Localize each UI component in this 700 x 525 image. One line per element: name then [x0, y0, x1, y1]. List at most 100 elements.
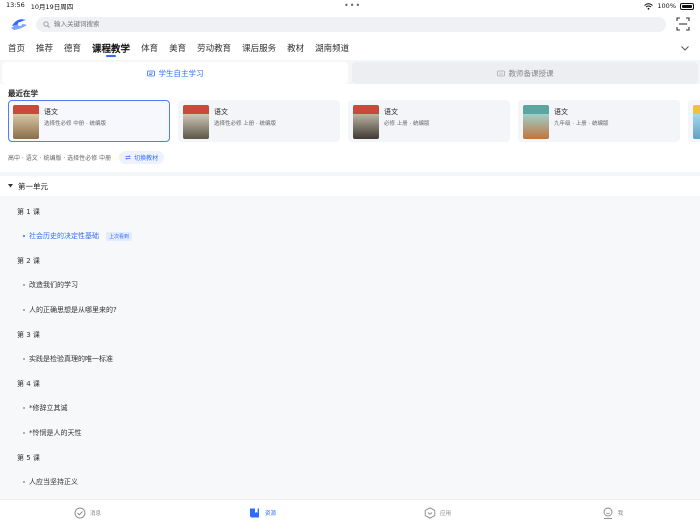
- book-cover: [353, 105, 379, 139]
- book-name: 语文: [554, 108, 568, 116]
- book-name: 语文: [384, 108, 398, 116]
- lesson-title: 第 1 课: [17, 208, 40, 216]
- tab-messages[interactable]: 消息: [0, 500, 175, 525]
- lesson-title: 第 5 课: [17, 454, 40, 462]
- status-bar: 13:56 10月19日周四 ••• 100%: [0, 0, 700, 12]
- switch-textbook-button[interactable]: 切换教材: [119, 151, 165, 164]
- last-viewed-badge: 上次看到: [106, 231, 133, 241]
- current-textbook: 高中 · 语文 · 统编版 · 选择性必修 中册: [8, 155, 112, 162]
- book-edition: 选择性必修 上册 · 统编版: [214, 121, 276, 127]
- book-card[interactable]: 语文 九年级 · 上册 · 统编版: [518, 100, 680, 142]
- bullet-icon: [23, 481, 25, 483]
- book-edition: 必修 上册 · 统编版: [384, 121, 430, 127]
- lesson-title: 第 3 课: [17, 331, 40, 339]
- book-icon: [249, 508, 259, 517]
- battery-percent: 100%: [657, 2, 676, 10]
- bullet-icon: [23, 432, 25, 434]
- battery-icon: [680, 2, 694, 10]
- chapter-title: *修辞立其诚: [29, 404, 68, 412]
- tab-resources[interactable]: 资源: [175, 500, 350, 525]
- tab-label: 我: [617, 510, 624, 517]
- list-item[interactable]: *怜悯是人的天性: [23, 428, 82, 438]
- tab-label: 应用: [439, 510, 451, 517]
- nav-item-after-school[interactable]: 课后服务: [242, 36, 276, 60]
- unit-header[interactable]: 第一单元: [0, 176, 700, 196]
- nav-item-labor[interactable]: 劳动教育: [197, 36, 231, 60]
- mode-tabs: 学生自主学习 教师备课授课: [0, 62, 700, 84]
- nav-item-course-teaching[interactable]: 课程教学: [92, 36, 130, 60]
- book-edition: 选择性必修 中册 · 统编版: [44, 121, 106, 127]
- multitask-dots-icon[interactable]: •••: [344, 1, 361, 10]
- book-cover: [523, 105, 549, 139]
- section-title: 最近在学: [8, 89, 38, 98]
- top-bar: [0, 12, 700, 36]
- message-icon: [74, 507, 86, 518]
- student-icon: [146, 70, 155, 76]
- search-input[interactable]: [54, 20, 614, 28]
- book-cover: [13, 105, 39, 139]
- chapter-title: 人应当坚持正义: [29, 478, 78, 486]
- status-time: 13:56: [6, 1, 25, 9]
- bullet-icon: [23, 407, 25, 409]
- nav-item-sports[interactable]: 体育: [141, 36, 158, 60]
- chapter-title: *怜悯是人的天性: [29, 429, 82, 437]
- scan-icon[interactable]: [676, 17, 690, 31]
- bottom-tab-bar: 消息 资源 应用 我: [0, 499, 700, 525]
- nav-item-home[interactable]: 首页: [8, 36, 25, 60]
- bullet-icon: [23, 284, 25, 286]
- book-name: 语文: [214, 108, 228, 116]
- list-item[interactable]: 人应当坚持正义: [23, 477, 78, 487]
- bullet-icon: [23, 235, 25, 237]
- category-nav: 首页 推荐 德育 课程教学 体育 美育 劳动教育 课后服务 教材 湖南频道: [0, 36, 700, 60]
- search-icon: [43, 20, 50, 28]
- book-card[interactable]: 语文 选择性必修 上册 · 统编版: [178, 100, 340, 142]
- bullet-icon: [23, 358, 25, 360]
- recent-books-list[interactable]: 语文 选择性必修 中册 · 统编版 语文 选择性必修 上册 · 统编版 语文 必…: [8, 100, 700, 142]
- profile-icon: [603, 507, 613, 519]
- chapter-title: 社会历史的决定性基础: [29, 232, 99, 240]
- tab-apps[interactable]: 应用: [350, 500, 525, 525]
- book-edition: 九年级 · 上册 · 统编版: [554, 121, 609, 127]
- teacher-icon: [496, 70, 505, 76]
- chapter-title: 改造我们的学习: [29, 281, 78, 289]
- list-item[interactable]: 改造我们的学习: [23, 280, 78, 290]
- recent-learning-section: 最近在学 语文 选择性必修 中册 · 统编版 语文 选择性必修 上册 · 统编版: [0, 84, 700, 172]
- tab-label: 教师备课授课: [508, 68, 554, 78]
- switch-label: 切换教材: [134, 155, 159, 162]
- unit-title: 第一单元: [18, 181, 48, 191]
- nav-item-recommend[interactable]: 推荐: [36, 36, 53, 60]
- apps-icon: [424, 506, 436, 519]
- book-card[interactable]: 语文 必修 上册 · 统编版: [348, 100, 510, 142]
- list-item[interactable]: *修辞立其诚: [23, 403, 68, 413]
- tab-label: 学生自主学习: [158, 68, 204, 78]
- tab-me[interactable]: 我: [525, 500, 700, 525]
- nav-item-hunan[interactable]: 湖南频道: [315, 36, 349, 60]
- lessons-list: 第 1 课 社会历史的决定性基础 上次看到 第 2 课 改造我们的学习 人的正确…: [0, 199, 700, 499]
- chevron-down-icon[interactable]: [680, 43, 690, 53]
- lesson-title: 第 4 课: [17, 380, 40, 388]
- list-item[interactable]: 人的正确思想是从哪里来的?: [23, 305, 117, 315]
- search-box[interactable]: [36, 16, 666, 32]
- lesson-title: 第 2 课: [17, 257, 40, 265]
- current-textbook-row: 高中 · 语文 · 统编版 · 选择性必修 中册 切换教材: [8, 151, 165, 164]
- caret-down-icon: [8, 184, 13, 188]
- tab-teacher-prep[interactable]: 教师备课授课: [352, 62, 698, 84]
- swap-icon: [125, 155, 131, 160]
- chapter-title: 人的正确思想是从哪里来的?: [29, 306, 117, 314]
- nav-item-textbooks[interactable]: 教材: [287, 36, 304, 60]
- nav-item-moral[interactable]: 德育: [64, 36, 81, 60]
- tab-student-self-study[interactable]: 学生自主学习: [2, 62, 348, 84]
- book-cover: [693, 105, 700, 139]
- bullet-icon: [23, 309, 25, 311]
- list-item[interactable]: 实践是检验真理的唯一标准: [23, 354, 113, 364]
- book-card[interactable]: [688, 100, 700, 142]
- list-item[interactable]: 社会历史的决定性基础 上次看到: [23, 231, 133, 241]
- wifi-icon: [644, 2, 654, 10]
- book-name: 语文: [44, 108, 58, 116]
- book-cover: [183, 105, 209, 139]
- status-date: 10月19日周四: [30, 3, 74, 11]
- nav-item-arts[interactable]: 美育: [169, 36, 186, 60]
- book-card[interactable]: 语文 选择性必修 中册 · 统编版: [8, 100, 170, 142]
- tab-label: 资源: [264, 510, 276, 517]
- chapter-title: 实践是检验真理的唯一标准: [29, 355, 113, 363]
